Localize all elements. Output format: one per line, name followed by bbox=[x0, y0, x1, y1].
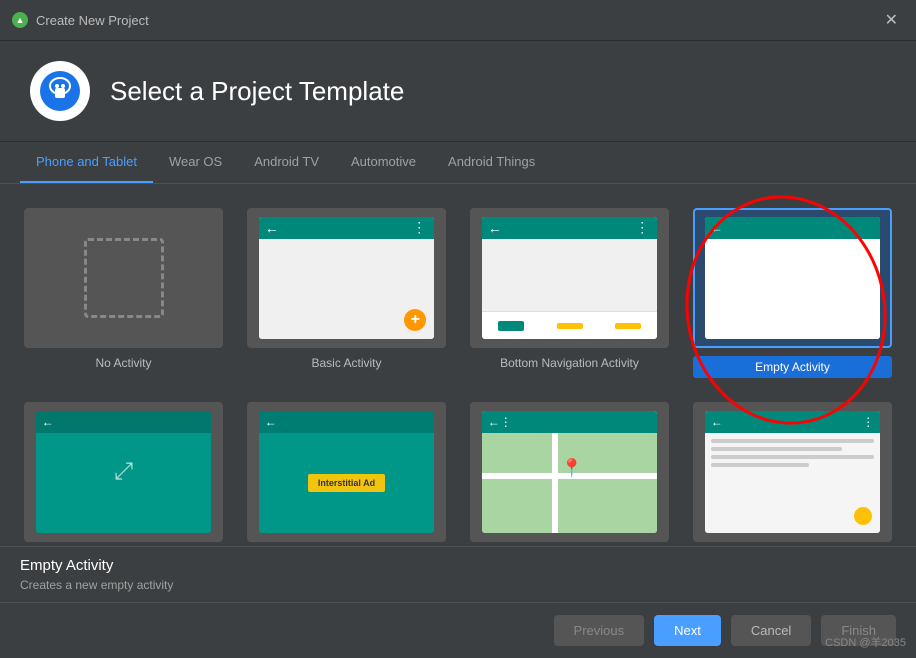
template-label-basic: Basic Activity bbox=[311, 356, 381, 370]
nav-tab-3 bbox=[615, 323, 641, 329]
fab-icon: + bbox=[404, 309, 426, 331]
back-arrow-icon: ← bbox=[711, 221, 723, 235]
menu-dots-icon: ⋮ bbox=[862, 415, 874, 429]
template-scrolling[interactable]: ← ⋮ Scrolling Activity bbox=[689, 398, 896, 546]
empty-activity-body bbox=[705, 239, 881, 339]
close-button[interactable]: ✕ bbox=[879, 8, 904, 32]
template-google-maps[interactable]: ← ⋮ 📍 Google Maps Activity bbox=[466, 398, 673, 546]
interstitial-badge: Interstitial Ad bbox=[308, 474, 385, 492]
header-title: Select a Project Template bbox=[110, 76, 404, 107]
fullscreen-activity-preview: ← ⤢ bbox=[36, 411, 212, 533]
templates-content: No Activity ← ⋮ + Basic Activity bbox=[0, 184, 916, 546]
tab-phone-tablet[interactable]: Phone and Tablet bbox=[20, 142, 153, 183]
next-button[interactable]: Next bbox=[654, 615, 721, 646]
templates-grid: No Activity ← ⋮ + Basic Activity bbox=[20, 204, 896, 546]
nav-tab-1 bbox=[498, 321, 524, 331]
map-body: 📍 bbox=[482, 433, 658, 533]
tab-automotive[interactable]: Automotive bbox=[335, 142, 432, 183]
menu-dots-icon: ⋮ bbox=[635, 219, 651, 236]
scroll-line-4 bbox=[711, 463, 809, 467]
template-bottom-nav[interactable]: ← ⋮ Bottom Navigation Activity bbox=[466, 204, 673, 382]
template-label-bottom-nav: Bottom Navigation Activity bbox=[500, 356, 639, 370]
fullscreen-icon: ⤢ bbox=[114, 458, 133, 486]
template-preview-interstitial: ← Interstitial Ad bbox=[247, 402, 446, 542]
basic-activity-body: + bbox=[259, 239, 435, 339]
scroll-line-3 bbox=[711, 455, 875, 459]
fullscreen-bar: ← bbox=[36, 411, 212, 433]
back-arrow-icon: ← bbox=[488, 220, 502, 236]
template-interstitial-ad[interactable]: ← Interstitial Ad Interstitial Ad bbox=[243, 398, 450, 546]
maps-activity-preview: ← ⋮ 📍 bbox=[482, 411, 658, 533]
footer: Previous Next Cancel Finish bbox=[0, 602, 916, 658]
previous-button[interactable]: Previous bbox=[554, 615, 645, 646]
template-preview-empty: ← bbox=[693, 208, 892, 348]
back-arrow-icon: ← bbox=[265, 415, 277, 429]
basic-activity-bar: ← ⋮ bbox=[259, 217, 435, 239]
watermark: CSDN @羊2035 bbox=[825, 634, 906, 650]
map-bar: ← ⋮ bbox=[482, 411, 658, 433]
bottom-nav-tabs bbox=[482, 311, 658, 339]
bottom-nav-bar: ← ⋮ bbox=[482, 217, 658, 239]
selected-template-description: Creates a new empty activity bbox=[20, 578, 896, 592]
template-preview-fullscreen: ← ⤢ bbox=[24, 402, 223, 542]
back-arrow-icon: ← bbox=[711, 415, 723, 429]
tab-wear-os[interactable]: Wear OS bbox=[153, 142, 238, 183]
title-bar-left: ▲ Create New Project bbox=[12, 12, 149, 28]
interstitial-body: Interstitial Ad bbox=[259, 433, 435, 533]
cancel-button[interactable]: Cancel bbox=[731, 615, 811, 646]
basic-activity-preview: ← ⋮ + bbox=[259, 217, 435, 339]
menu-dots-icon: ⋮ bbox=[412, 219, 428, 236]
map-pin-icon: 📍 bbox=[561, 458, 583, 479]
template-preview-scrolling: ← ⋮ bbox=[693, 402, 892, 542]
interstitial-bar: ← bbox=[259, 411, 435, 433]
empty-activity-preview: ← bbox=[705, 217, 881, 339]
dialog: ▲ Create New Project ✕ Select a Project … bbox=[0, 0, 916, 658]
bottom-nav-body bbox=[482, 239, 658, 311]
selected-template-title: Empty Activity bbox=[20, 557, 896, 574]
template-preview-maps: ← ⋮ 📍 bbox=[470, 402, 669, 542]
map-road-vertical bbox=[552, 433, 558, 533]
scrolling-activity-preview: ← ⋮ bbox=[705, 411, 881, 533]
menu-dots-icon: ⋮ bbox=[500, 415, 512, 429]
title-bar-text: Create New Project bbox=[36, 13, 149, 28]
info-section: Empty Activity Creates a new empty activ… bbox=[0, 546, 916, 602]
title-bar: ▲ Create New Project ✕ bbox=[0, 0, 916, 41]
template-no-activity[interactable]: No Activity bbox=[20, 204, 227, 382]
tab-android-things[interactable]: Android Things bbox=[432, 142, 551, 183]
back-arrow-icon: ← bbox=[488, 415, 500, 429]
scroll-line-1 bbox=[711, 439, 875, 443]
no-activity-icon bbox=[84, 238, 164, 318]
bottom-nav-preview: ← ⋮ bbox=[482, 217, 658, 339]
template-basic-activity[interactable]: ← ⋮ + Basic Activity bbox=[243, 204, 450, 382]
template-fullscreen[interactable]: ← ⤢ Fullscreen Activity bbox=[20, 398, 227, 546]
header-logo bbox=[30, 61, 90, 121]
app-icon: ▲ bbox=[12, 12, 28, 28]
template-label-empty: Empty Activity bbox=[693, 356, 892, 378]
template-preview-bottom-nav: ← ⋮ bbox=[470, 208, 669, 348]
template-empty-activity[interactable]: ← Empty Activity bbox=[689, 204, 896, 382]
scroll-bar: ← ⋮ bbox=[705, 411, 881, 433]
template-label-no-activity: No Activity bbox=[95, 356, 151, 370]
template-preview-no-activity bbox=[24, 208, 223, 348]
empty-activity-bar: ← bbox=[705, 217, 881, 239]
nav-tab-2 bbox=[557, 323, 583, 329]
android-studio-icon bbox=[40, 71, 80, 111]
back-arrow-icon: ← bbox=[42, 415, 54, 429]
tab-android-tv[interactable]: Android TV bbox=[238, 142, 335, 183]
tabs-bar: Phone and Tablet Wear OS Android TV Auto… bbox=[0, 142, 916, 184]
interstitial-ad-preview: ← Interstitial Ad bbox=[259, 411, 435, 533]
scroll-line-2 bbox=[711, 447, 842, 451]
header: Select a Project Template bbox=[0, 41, 916, 142]
template-preview-basic: ← ⋮ + bbox=[247, 208, 446, 348]
back-arrow-icon: ← bbox=[265, 220, 279, 236]
